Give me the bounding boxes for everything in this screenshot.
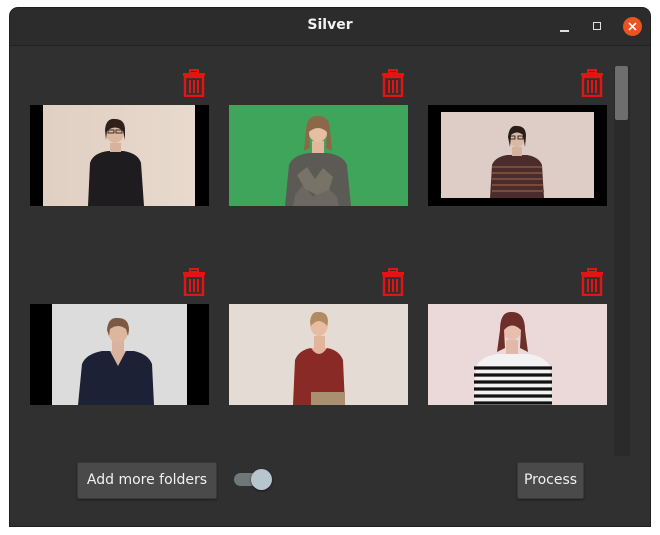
video-thumbnail[interactable]	[428, 105, 607, 206]
title-bar: Silver	[10, 8, 650, 46]
maximize-icon[interactable]	[589, 18, 607, 36]
minimize-icon[interactable]	[556, 18, 574, 36]
video-thumbnail[interactable]	[229, 105, 408, 206]
scrollbar-track[interactable]	[614, 66, 630, 456]
video-thumbnail[interactable]	[229, 304, 408, 405]
trash-icon[interactable]	[182, 268, 206, 297]
scrollbar-thumb[interactable]	[615, 66, 628, 120]
trash-icon[interactable]	[580, 69, 604, 98]
app-window: Silver Add more folders Process	[10, 8, 650, 526]
trash-icon[interactable]	[381, 268, 405, 297]
window-title: Silver	[307, 17, 353, 33]
video-grid: Add more folders Process	[10, 46, 650, 526]
video-thumbnail[interactable]	[30, 304, 209, 405]
process-button[interactable]: Process	[517, 462, 584, 499]
video-thumbnail[interactable]	[30, 105, 209, 206]
trash-icon[interactable]	[182, 69, 206, 98]
close-icon[interactable]	[623, 17, 642, 36]
trash-icon[interactable]	[381, 69, 405, 98]
toggle-knob[interactable]	[251, 469, 272, 490]
video-thumbnail[interactable]	[428, 304, 607, 405]
trash-icon[interactable]	[580, 268, 604, 297]
add-folders-button[interactable]: Add more folders	[77, 462, 217, 499]
